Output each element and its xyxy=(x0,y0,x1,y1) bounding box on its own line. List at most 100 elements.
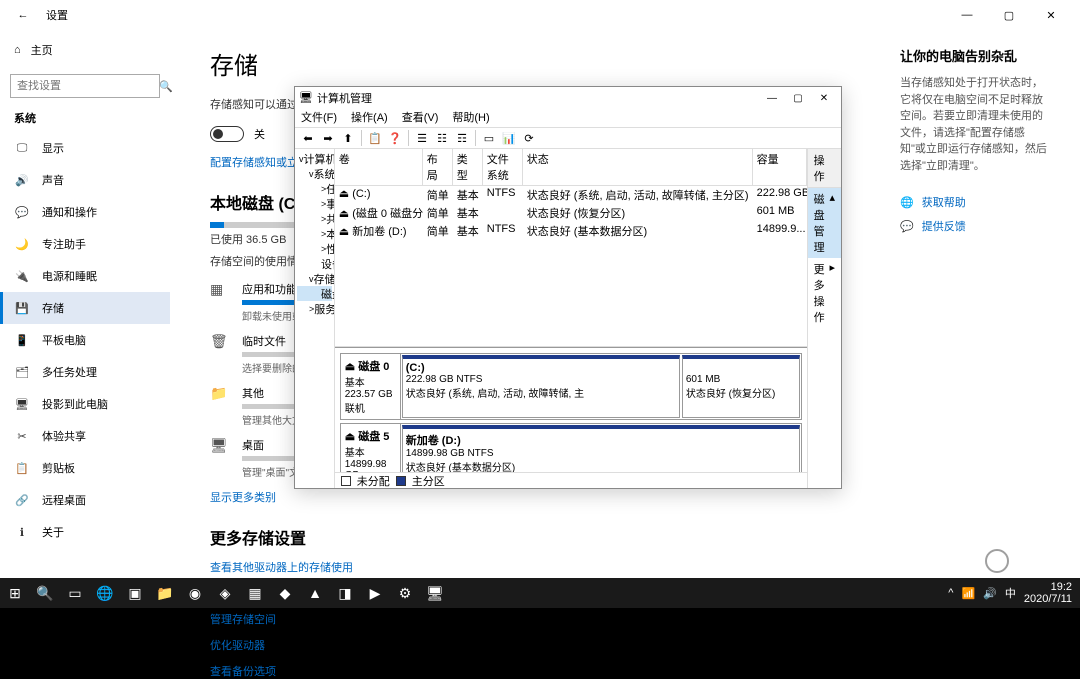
explorer-icon[interactable]: 📁 xyxy=(150,578,180,608)
nav-item-10[interactable]: 📋剪贴板 xyxy=(10,452,170,484)
menu-3[interactable]: 帮助(H) xyxy=(452,109,489,127)
disk-row-1[interactable]: ⏏ 磁盘 5基本14899.98 GB联机新加卷 (D:)14899.98 GB… xyxy=(340,423,802,472)
tree-node-3[interactable]: >事件查看器 xyxy=(297,196,332,211)
app-icon-4[interactable]: ▲ xyxy=(300,578,330,608)
terminal-icon[interactable]: ▣ xyxy=(120,578,150,608)
app-icon-2[interactable]: ▦ xyxy=(240,578,270,608)
back-button[interactable]: ← xyxy=(8,0,38,30)
unallocated-legend-icon xyxy=(341,476,351,486)
cm-title: 计算机管理 xyxy=(317,90,372,106)
watermark-icon: 值 xyxy=(985,549,1009,573)
maximize-button[interactable]: ▢ xyxy=(988,0,1030,30)
nav-item-4[interactable]: 🔌电源和睡眠 xyxy=(10,260,170,292)
tree-node-4[interactable]: >共享文件夹 xyxy=(297,211,332,226)
cm-minimize-button[interactable]: — xyxy=(759,89,785,107)
toolbar-btn-9[interactable]: 📊 xyxy=(500,129,518,147)
toolbar-btn-5[interactable]: ☰ xyxy=(413,129,431,147)
tree-node-2[interactable]: >任务计划程序 xyxy=(297,181,332,196)
legend: 未分配 主分区 xyxy=(335,472,807,488)
partition[interactable]: 601 MB状态良好 (恢复分区) xyxy=(682,355,800,418)
nav-item-12[interactable]: ℹ关于 xyxy=(10,516,170,548)
disk-row-0[interactable]: ⏏ 磁盘 0基本223.57 GB联机(C:)222.98 GB NTFS状态良… xyxy=(340,353,802,420)
nav-item-9[interactable]: ✂体验共享 xyxy=(10,420,170,452)
menu-1[interactable]: 操作(A) xyxy=(351,109,388,127)
tree-node-10[interactable]: >服务和应用程序 xyxy=(297,301,332,316)
tree-node-8[interactable]: v存储 xyxy=(297,271,332,286)
settings-taskbar-icon[interactable]: ⚙ xyxy=(390,578,420,608)
nav-item-6[interactable]: 📱平板电脑 xyxy=(10,324,170,356)
action-more[interactable]: 更多操作▸ xyxy=(808,258,841,328)
app-icon-3[interactable]: ◆ xyxy=(270,578,300,608)
volume-row-2[interactable]: ⏏ 新加卷 (D:)简单基本NTFS状态良好 (基本数据分区)14899.9..… xyxy=(335,222,807,240)
more-link-4[interactable]: 查看备份选项 xyxy=(210,663,900,679)
taskbar: ⊞ 🔍 ▭ 🌐 ▣ 📁 ◉ ◈ ▦ ◆ ▲ ◨ ▶ ⚙ 🖥 ^ 📶 🔊 中 19… xyxy=(0,578,1080,608)
usage-icon: 🖥 xyxy=(210,437,230,454)
search-input[interactable] xyxy=(17,80,159,92)
toolbar-btn-0[interactable]: ⬅ xyxy=(299,129,317,147)
help-link[interactable]: 🌐 获取帮助 xyxy=(900,194,1050,210)
clock-time[interactable]: 19:2 xyxy=(1024,581,1072,593)
clock-date[interactable]: 2020/7/11 xyxy=(1024,593,1072,605)
partition[interactable]: (C:)222.98 GB NTFS状态良好 (系统, 启动, 活动, 故障转储… xyxy=(402,355,680,418)
menu-0[interactable]: 文件(F) xyxy=(301,109,337,127)
minimize-button[interactable]: — xyxy=(946,0,988,30)
volume-row-1[interactable]: ⏏ (磁盘 0 磁盘分区 2)简单基本状态良好 (恢复分区)601 MB xyxy=(335,204,807,222)
nav-item-3[interactable]: 🌙专注助手 xyxy=(10,228,170,260)
app-icon-5[interactable]: ◨ xyxy=(330,578,360,608)
nav-item-11[interactable]: 🔗远程桌面 xyxy=(10,484,170,516)
show-more-link[interactable]: 显示更多类别 xyxy=(210,489,900,505)
more-link-0[interactable]: 查看其他驱动器上的存储使用 xyxy=(210,559,900,575)
tray-ime-icon[interactable]: 中 xyxy=(1005,585,1016,601)
nav-item-0[interactable]: 🖵显示 xyxy=(10,132,170,164)
task-view-button[interactable]: ▭ xyxy=(60,578,90,608)
nav-item-8[interactable]: 🖥投影到此电脑 xyxy=(10,388,170,420)
nav-item-5[interactable]: 💾存储 xyxy=(0,292,170,324)
tray-chevron-icon[interactable]: ^ xyxy=(948,587,953,599)
more-link-3[interactable]: 优化驱动器 xyxy=(210,637,900,653)
edge-icon[interactable]: 🌐 xyxy=(90,578,120,608)
nav-item-7[interactable]: 🗂多任务处理 xyxy=(10,356,170,388)
close-button[interactable]: ✕ xyxy=(1030,0,1072,30)
nav-item-2[interactable]: 💬通知和操作 xyxy=(10,196,170,228)
toolbar-btn-8[interactable]: ▭ xyxy=(480,129,498,147)
volume-table: 卷 布局 类型 文件系统 状态 容量 ⏏ (C:)简单基本NTFS状态良好 (系… xyxy=(335,149,807,347)
menu-2[interactable]: 查看(V) xyxy=(402,109,439,127)
action-disk-management[interactable]: 磁盘管理▴ xyxy=(808,188,841,258)
start-button[interactable]: ⊞ xyxy=(0,578,30,608)
tree-node-7[interactable]: 设备管理器 xyxy=(297,256,332,271)
app-icon-6[interactable]: ▶ xyxy=(360,578,390,608)
tray-network-icon[interactable]: 📶 xyxy=(961,587,975,600)
tree-node-9[interactable]: 磁盘管理 xyxy=(297,286,332,301)
volume-row-0[interactable]: ⏏ (C:)简单基本NTFS状态良好 (系统, 启动, 活动, 故障转储, 主分… xyxy=(335,186,807,204)
toolbar-btn-6[interactable]: ☷ xyxy=(433,129,451,147)
toolbar-btn-2[interactable]: ⬆ xyxy=(339,129,357,147)
storage-sense-toggle[interactable] xyxy=(210,126,244,142)
search-box[interactable]: 🔍 xyxy=(10,74,160,98)
cm-titlebar[interactable]: 🖥 计算机管理 — ▢ ✕ xyxy=(295,87,841,109)
search-button[interactable]: 🔍 xyxy=(30,578,60,608)
home-link[interactable]: ⌂ 主页 xyxy=(10,34,170,66)
cm-close-button[interactable]: ✕ xyxy=(811,89,837,107)
partition[interactable]: 新加卷 (D:)14899.98 GB NTFS状态良好 (基本数据分区) xyxy=(402,425,800,472)
chrome-icon[interactable]: ◉ xyxy=(180,578,210,608)
nav-item-1[interactable]: 🔊声音 xyxy=(10,164,170,196)
cm-maximize-button[interactable]: ▢ xyxy=(785,89,811,107)
tree-node-6[interactable]: >性能 xyxy=(297,241,332,256)
toolbar-btn-4[interactable]: ❓ xyxy=(386,129,404,147)
more-link-2[interactable]: 管理存储空间 xyxy=(210,611,900,627)
system-tray[interactable]: ^ 📶 🔊 中 19:2 2020/7/11 xyxy=(948,581,1080,605)
volume-table-header: 卷 布局 类型 文件系统 状态 容量 xyxy=(335,149,807,186)
tree-node-0[interactable]: v计算机管理(本地) xyxy=(297,151,332,166)
toolbar-btn-3[interactable]: 📋 xyxy=(366,129,384,147)
nav-icon: 🔗 xyxy=(14,494,30,507)
feedback-link[interactable]: 💬 提供反馈 xyxy=(900,218,1050,234)
tray-volume-icon[interactable]: 🔊 xyxy=(983,587,997,600)
toolbar-btn-10[interactable]: ⟳ xyxy=(520,129,538,147)
tree-node-5[interactable]: >本地用户和组 xyxy=(297,226,332,241)
app-icon-1[interactable]: ◈ xyxy=(210,578,240,608)
nav-icon: ℹ xyxy=(14,526,30,539)
tree-node-1[interactable]: v系统工具 xyxy=(297,166,332,181)
cm-taskbar-icon[interactable]: 🖥 xyxy=(420,578,450,608)
toolbar-btn-1[interactable]: ➡ xyxy=(319,129,337,147)
toolbar-btn-7[interactable]: ☶ xyxy=(453,129,471,147)
